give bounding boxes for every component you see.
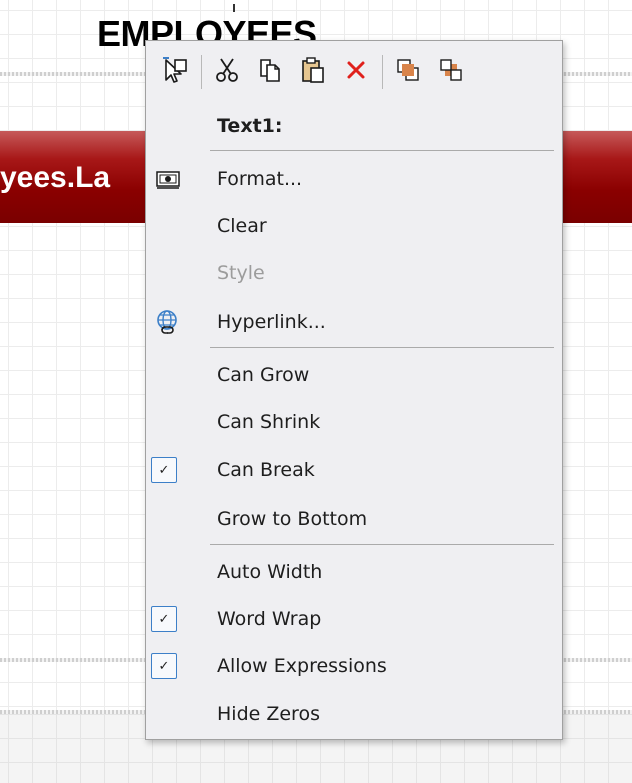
cut-button[interactable] bbox=[208, 53, 246, 91]
can-break-check-icon: ✓ bbox=[151, 457, 177, 483]
menu-item-can-grow[interactable]: Can Grow bbox=[146, 352, 562, 398]
menu-item-hyperlink-label: Hyperlink... bbox=[217, 311, 326, 333]
menu-item-can-grow-label: Can Grow bbox=[217, 364, 310, 386]
menu-item-format[interactable]: Format... bbox=[146, 156, 562, 202]
delete-icon bbox=[342, 56, 370, 89]
context-menu-toolbar bbox=[146, 41, 562, 103]
word-wrap-check-icon: ✓ bbox=[151, 606, 177, 632]
ruler-marker bbox=[233, 4, 235, 12]
send-to-back-icon bbox=[437, 56, 465, 89]
paste-button[interactable] bbox=[294, 53, 332, 91]
menu-item-grow-to-bottom-label: Grow to Bottom bbox=[217, 508, 368, 530]
hyperlink-icon bbox=[153, 307, 183, 337]
allow-expressions-check-icon: ✓ bbox=[151, 653, 177, 679]
menu-item-format-label: Format... bbox=[217, 168, 303, 190]
toolbar-separator bbox=[382, 55, 383, 89]
cut-icon bbox=[213, 56, 241, 89]
context-menu: Text1: Format... Clear Style Hyperlink..… bbox=[145, 40, 563, 740]
delete-button[interactable] bbox=[337, 53, 375, 91]
menu-item-hide-zeros-label: Hide Zeros bbox=[217, 703, 320, 725]
menu-section-title: Text1: bbox=[146, 103, 562, 149]
menu-item-allow-expressions[interactable]: ✓ Allow Expressions bbox=[146, 643, 562, 689]
bring-to-front-button[interactable] bbox=[389, 53, 427, 91]
copy-button[interactable] bbox=[251, 53, 289, 91]
menu-item-auto-width[interactable]: Auto Width bbox=[146, 549, 562, 595]
send-to-back-button[interactable] bbox=[432, 53, 470, 91]
menu-item-allow-expressions-label: Allow Expressions bbox=[217, 655, 387, 677]
menu-item-can-shrink[interactable]: Can Shrink bbox=[146, 399, 562, 445]
menu-separator bbox=[210, 347, 554, 348]
employees-lastname-field[interactable]: yees.La bbox=[0, 160, 110, 196]
menu-item-auto-width-label: Auto Width bbox=[217, 561, 323, 583]
format-icon bbox=[153, 164, 183, 194]
select-parent-button[interactable] bbox=[156, 53, 194, 91]
menu-item-can-shrink-label: Can Shrink bbox=[217, 411, 321, 433]
menu-item-clear-label: Clear bbox=[217, 215, 267, 237]
copy-icon bbox=[256, 56, 284, 89]
menu-item-can-break[interactable]: ✓ Can Break bbox=[146, 447, 562, 493]
paste-icon bbox=[299, 56, 327, 89]
menu-item-hide-zeros[interactable]: Hide Zeros bbox=[146, 691, 562, 737]
menu-item-hyperlink[interactable]: Hyperlink... bbox=[146, 299, 562, 345]
menu-item-style[interactable]: Style bbox=[146, 250, 562, 296]
select-icon bbox=[161, 56, 189, 89]
menu-separator bbox=[210, 544, 554, 545]
section-title-label: Text1: bbox=[217, 115, 283, 137]
bring-to-front-icon bbox=[394, 56, 422, 89]
menu-separator bbox=[210, 150, 554, 151]
menu-item-can-break-label: Can Break bbox=[217, 459, 315, 481]
menu-item-style-label: Style bbox=[217, 262, 265, 284]
menu-item-word-wrap-label: Word Wrap bbox=[217, 608, 322, 630]
menu-item-clear[interactable]: Clear bbox=[146, 203, 562, 249]
menu-item-word-wrap[interactable]: ✓ Word Wrap bbox=[146, 596, 562, 642]
toolbar-separator bbox=[201, 55, 202, 89]
menu-item-grow-to-bottom[interactable]: Grow to Bottom bbox=[146, 496, 562, 542]
